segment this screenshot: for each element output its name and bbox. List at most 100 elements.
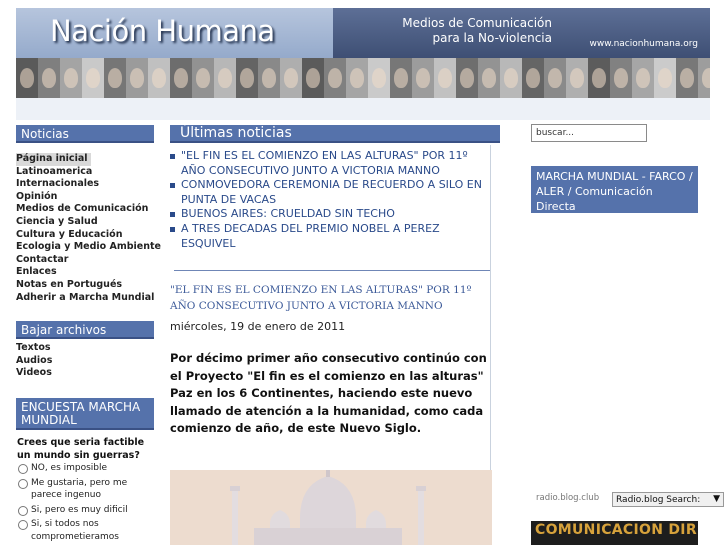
menu-item[interactable]: Página inicial [16, 153, 91, 166]
poll-option-label: NO, es imposible [31, 463, 108, 473]
menu-item-label: Ecologia y Medio Ambiente [16, 241, 161, 253]
menu-item[interactable]: Latinoamerica [16, 166, 156, 179]
face-thumbnail [280, 58, 302, 98]
face-thumbnail [82, 58, 104, 98]
menu-heading: Noticias [16, 125, 154, 143]
taj-mahal-image [170, 470, 492, 545]
face-thumbnail [698, 58, 710, 98]
downloads-heading: Bajar archivos [16, 321, 154, 339]
news-heading: Últimas noticias [170, 125, 500, 143]
menu-item-label: Internacionales [16, 178, 100, 190]
menu-item-label: Notas en Portugués [16, 278, 123, 290]
headline-link-label: BUENOS AIRES: CRUELDAD SIN TECHO [181, 207, 395, 221]
download-item[interactable]: Audios [16, 355, 156, 368]
menu-item-label: Medios de Comunicación [16, 203, 149, 215]
radio-button[interactable] [18, 520, 28, 530]
face-thumbnail [126, 58, 148, 98]
menu-item[interactable]: Internacionales [16, 178, 156, 191]
faces-banner-image [16, 58, 710, 98]
menu-item[interactable]: Medios de Comunicación [16, 203, 156, 216]
face-thumbnail [500, 58, 522, 98]
slogan-line-2: para la No-violencia [432, 31, 552, 45]
headline-link-label: A TRES DECADAS DEL PREMIO NOBEL A PEREZ … [181, 221, 440, 250]
banner-logo-text: COMUNICACION DIRECTA [535, 522, 698, 538]
download-item-label: Audios [16, 354, 53, 366]
radio-blog-label[interactable]: radio.blog.club [536, 493, 599, 503]
face-thumbnail [588, 58, 610, 98]
face-thumbnail [104, 58, 126, 98]
poll-option[interactable]: NO, es imposible [18, 462, 158, 475]
face-thumbnail [390, 58, 412, 98]
main-menu: Página inicial Latinoamerica Internacional… [16, 146, 161, 305]
site-url: www.nacionhumana.org [589, 39, 698, 49]
radio-blog-search-select[interactable]: Radio.blog Search: ▼ [612, 492, 724, 507]
menu-item[interactable]: Ciencia y Salud [16, 216, 156, 229]
site-header: Nación Humana Medios de Comunicación par… [16, 8, 710, 120]
poll-option-label: Si, si todos nos comprometieramos [31, 519, 119, 542]
poll-heading: ENCUESTA MARCHA MUNDIAL [16, 398, 154, 430]
radio-select-value: Radio.blog Search: [616, 495, 701, 505]
poll-option[interactable]: Me gustaria, pero me parece ingenuo [18, 477, 158, 502]
menu-item[interactable]: Enlaces [16, 266, 156, 279]
headline-list: "EL FIN ES EL COMIENZO EN LAS ALTURAS" P… [170, 149, 490, 251]
poll-option[interactable]: Si, si todos nos comprometieramos [18, 518, 158, 543]
face-thumbnail [368, 58, 390, 98]
poll-question: Crees que seria factible un mundo sin gu… [17, 437, 145, 461]
article-body: Por décimo primer año consecutivo contin… [170, 351, 487, 435]
article-title[interactable]: "EL FIN ES EL COMIENZO EN LAS ALTURAS" P… [170, 282, 488, 314]
face-thumbnail [148, 58, 170, 98]
poll-option-label: Me gustaria, pero me parece ingenuo [31, 477, 128, 501]
face-thumbnail [654, 58, 676, 98]
face-thumbnail [236, 58, 258, 98]
face-thumbnail [60, 58, 82, 98]
menu-item[interactable]: Opinión [16, 191, 156, 204]
poll-option[interactable]: Si, pero es muy dificil [18, 504, 158, 517]
menu-item-label: Cultura y Educación [16, 228, 123, 240]
search-input[interactable] [531, 124, 647, 142]
face-thumbnail [566, 58, 588, 98]
menu-item-label: Contactar [16, 253, 69, 265]
headline-link[interactable]: "EL FIN ES EL COMIENZO EN LAS ALTURAS" P… [170, 149, 490, 178]
headlines-divider [174, 270, 490, 271]
face-thumbnail [676, 58, 698, 98]
download-item-label: Textos [16, 342, 51, 353]
face-thumbnail [412, 58, 434, 98]
headline-link[interactable]: A TRES DECADAS DEL PREMIO NOBEL A PEREZ … [170, 222, 490, 251]
face-thumbnail [324, 58, 346, 98]
chevron-down-icon: ▼ [713, 494, 720, 504]
downloads-menu: Textos Audios Videos [16, 342, 156, 380]
headline-link[interactable]: BUENOS AIRES: CRUELDAD SIN TECHO [170, 207, 490, 222]
face-thumbnail [522, 58, 544, 98]
face-thumbnail [170, 58, 192, 98]
article-date: miércoles, 19 de enero de 2011 [170, 320, 346, 333]
face-thumbnail [478, 58, 500, 98]
face-thumbnail [434, 58, 456, 98]
menu-item-label: Adherir a Marcha Mundial [16, 291, 155, 303]
marcha-mundial-banner[interactable]: MARCHA MUNDIAL - FARCO / ALER / Comunica… [531, 166, 698, 213]
menu-item-label: Opinión [16, 190, 58, 202]
menu-item[interactable]: Cultura y Educación [16, 229, 156, 242]
radio-button[interactable] [18, 464, 28, 474]
radio-button[interactable] [18, 478, 28, 489]
radio-button[interactable] [18, 505, 28, 516]
face-thumbnail [610, 58, 632, 98]
menu-item-label: Latinoamerica [16, 165, 93, 177]
header-strip [16, 98, 710, 120]
site-title[interactable]: Nación Humana [50, 14, 275, 48]
menu-item[interactable]: Contactar [16, 254, 156, 267]
slogan-bar: Medios de Comunicación para la No-violen… [333, 8, 710, 58]
download-item[interactable]: Textos [16, 342, 156, 355]
menu-item-label: Ciencia y Salud [16, 215, 98, 227]
download-item[interactable]: Videos [16, 367, 156, 380]
headline-link-label: "EL FIN ES EL COMIENZO EN LAS ALTURAS" P… [181, 149, 468, 177]
poll-options: NO, es imposible Me gustaria, pero me par… [18, 462, 158, 545]
menu-item[interactable]: Ecologia y Medio Ambiente [16, 241, 161, 254]
menu-item[interactable]: Adherir a Marcha Mundial [16, 292, 156, 305]
menu-item[interactable]: Notas en Portugués [16, 279, 156, 292]
slogan-line-1: Medios de Comunicación [402, 16, 552, 30]
logo-bar[interactable]: Nación Humana [16, 8, 333, 58]
comunicacion-directa-banner[interactable]: COMUNICACION DIRECTA [531, 521, 698, 545]
menu-item-label: Página inicial [16, 153, 88, 164]
headline-link-label: CONMOVEDORA CEREMONIA DE RECUERDO A SILO… [181, 178, 482, 206]
headline-link[interactable]: CONMOVEDORA CEREMONIA DE RECUERDO A SILO… [170, 178, 490, 207]
